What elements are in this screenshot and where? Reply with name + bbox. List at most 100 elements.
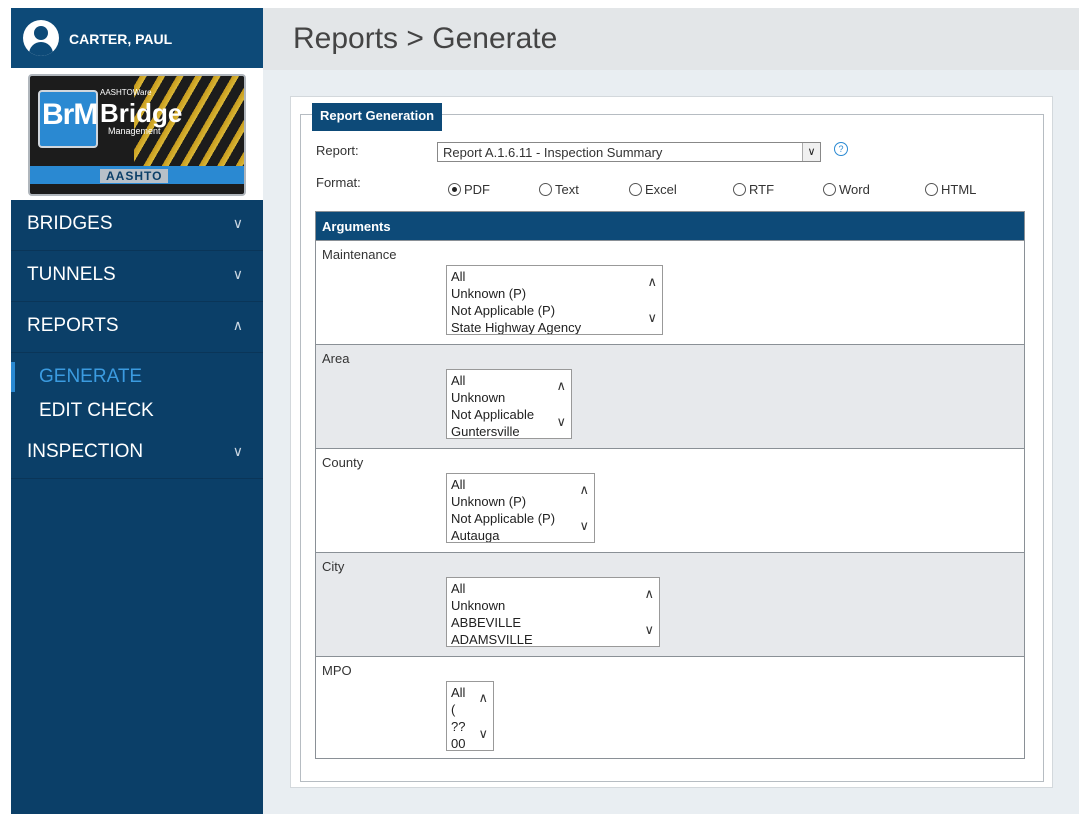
nav-bridges-label: BRIDGES — [27, 213, 113, 234]
maintenance-listbox[interactable]: All Unknown (P) Not Applicable (P) State… — [446, 265, 663, 335]
format-radio-html[interactable]: HTML — [925, 182, 976, 197]
report-select[interactable]: Report A.1.6.11 - Inspection Summary ∨ — [437, 142, 821, 162]
sidebar: CARTER, PAUL BrM AASHTOWare Bridge Manag… — [11, 8, 263, 814]
arguments-title: Arguments — [322, 219, 391, 234]
radio-icon[interactable] — [629, 183, 642, 196]
chevron-down-icon[interactable]: ∨ — [478, 726, 488, 742]
chevron-up-icon[interactable]: ∧ — [579, 482, 589, 498]
list-option[interactable]: Unknown — [451, 597, 533, 614]
brm-logo: BrM AASHTOWare Bridge Management AASHTO — [28, 74, 246, 196]
argument-row-county: County All Unknown (P) Not Applicable (P… — [316, 448, 1024, 552]
format-word-label: Word — [839, 182, 870, 197]
nav-tunnels-label: TUNNELS — [27, 264, 116, 285]
chevron-up-icon[interactable]: ∧ — [556, 378, 566, 394]
list-option[interactable]: Unknown (P) — [451, 285, 581, 302]
logo-brand-small: AASHTOWare — [100, 88, 152, 97]
arguments-table: Arguments Maintenance All Unknown (P) No… — [315, 211, 1025, 759]
list-option[interactable]: Unknown (P) — [451, 493, 555, 510]
nav-tunnels[interactable]: TUNNELS ∨ — [11, 251, 263, 302]
list-option[interactable]: Guntersville — [451, 423, 534, 438]
chevron-down-icon[interactable]: ∨ — [556, 414, 566, 430]
format-radio-text[interactable]: Text — [539, 182, 579, 197]
listbox-scrollbar[interactable]: ∧ ∨ — [640, 266, 662, 334]
nav-sub-edit-check[interactable]: EDIT CHECK — [11, 394, 263, 428]
format-excel-label: Excel — [645, 182, 677, 197]
radio-icon[interactable] — [925, 183, 938, 196]
argument-row-maintenance: Maintenance All Unknown (P) Not Applicab… — [316, 240, 1024, 344]
chevron-down-icon[interactable]: ∨ — [644, 622, 654, 638]
chevron-up-icon[interactable]: ∧ — [647, 274, 657, 290]
listbox-scrollbar[interactable]: ∧ ∨ — [572, 474, 594, 542]
format-label: Format: — [316, 175, 361, 190]
list-option[interactable]: ( — [451, 701, 465, 718]
chevron-up-icon[interactable]: ∧ — [644, 586, 654, 602]
nav-sub-edit-check-label: EDIT CHECK — [39, 400, 154, 421]
logo-area: BrM AASHTOWare Bridge Management AASHTO — [11, 68, 263, 200]
argument-row-city: City All Unknown ABBEVILLE ADAMSVILLE ∧ … — [316, 552, 1024, 656]
user-avatar-icon[interactable] — [23, 20, 59, 56]
list-option[interactable]: All — [451, 372, 534, 389]
mpo-listbox[interactable]: All ( ?? 00 ∧ ∨ — [446, 681, 494, 751]
user-name[interactable]: CARTER, PAUL — [69, 31, 172, 47]
report-generation-legend: Report Generation — [312, 103, 443, 131]
report-select-value: Report A.1.6.11 - Inspection Summary — [443, 145, 663, 160]
list-option[interactable]: All — [451, 684, 465, 701]
listbox-scrollbar[interactable]: ∧ ∨ — [471, 682, 493, 750]
list-option[interactable]: All — [451, 268, 581, 285]
listbox-scrollbar[interactable]: ∧ ∨ — [637, 578, 659, 646]
format-radio-rtf[interactable]: RTF — [733, 182, 774, 197]
list-option[interactable]: ABBEVILLE — [451, 614, 533, 631]
county-listbox[interactable]: All Unknown (P) Not Applicable (P) Autau… — [446, 473, 595, 543]
radio-icon[interactable] — [539, 183, 552, 196]
list-option[interactable]: 00 — [451, 735, 465, 750]
help-icon[interactable]: ? — [834, 142, 848, 156]
chevron-up-icon: ∧ — [232, 317, 243, 333]
argument-label: Maintenance — [322, 247, 397, 262]
nav-inspection[interactable]: INSPECTION ∨ — [11, 428, 263, 479]
arguments-header: Arguments — [316, 212, 1024, 240]
list-option[interactable]: Unknown — [451, 389, 534, 406]
list-option[interactable]: ADAMSVILLE — [451, 631, 533, 646]
radio-icon[interactable] — [733, 183, 746, 196]
format-pdf-label: PDF — [464, 182, 490, 197]
radio-selected-icon[interactable] — [448, 183, 461, 196]
user-bar[interactable]: CARTER, PAUL — [11, 8, 263, 68]
format-radio-pdf[interactable]: PDF — [448, 182, 490, 197]
format-rtf-label: RTF — [749, 182, 775, 197]
nav-sub-generate[interactable]: GENERATE — [11, 360, 263, 394]
chevron-down-icon: ∨ — [232, 443, 243, 459]
chevron-up-icon[interactable]: ∧ — [478, 690, 488, 706]
argument-label: Area — [322, 351, 350, 366]
argument-label: MPO — [322, 663, 352, 678]
page-title: Reports > Generate — [293, 22, 558, 55]
nav-inspection-label: INSPECTION — [27, 441, 144, 462]
area-listbox[interactable]: All Unknown Not Applicable Guntersville … — [446, 369, 572, 439]
listbox-scrollbar[interactable]: ∧ ∨ — [549, 370, 571, 438]
logo-sub: Management — [108, 126, 161, 136]
nav-reports-label: REPORTS — [27, 315, 119, 336]
list-option[interactable]: All — [451, 476, 555, 493]
chevron-down-icon[interactable]: ∨ — [579, 518, 589, 534]
format-radio-word[interactable]: Word — [823, 182, 870, 197]
list-option[interactable]: State Highway Agency — [451, 319, 581, 334]
nav-bridges[interactable]: BRIDGES ∨ — [11, 200, 263, 251]
chevron-down-icon: ∨ — [232, 266, 243, 282]
list-option[interactable]: All — [451, 580, 533, 597]
argument-row-area: Area All Unknown Not Applicable Guntersv… — [316, 344, 1024, 448]
city-listbox[interactable]: All Unknown ABBEVILLE ADAMSVILLE ∧ ∨ — [446, 577, 660, 647]
nav-reports[interactable]: REPORTS ∧ — [11, 302, 263, 353]
list-option[interactable]: Not Applicable — [451, 406, 534, 423]
list-option[interactable]: Not Applicable (P) — [451, 302, 581, 319]
format-html-label: HTML — [941, 182, 977, 197]
chevron-down-icon[interactable]: ∨ — [647, 310, 657, 326]
list-option[interactable]: Autauga — [451, 527, 555, 542]
report-label: Report: — [316, 143, 359, 158]
argument-row-mpo: MPO All ( ?? 00 ∧ ∨ — [316, 656, 1024, 758]
list-option[interactable]: Not Applicable (P) — [451, 510, 555, 527]
chevron-down-icon[interactable]: ∨ — [802, 143, 820, 161]
format-radio-excel[interactable]: Excel — [629, 182, 677, 197]
logo-brand: Bridge — [100, 98, 183, 128]
logo-badge: BrM — [42, 98, 98, 131]
radio-icon[interactable] — [823, 183, 836, 196]
list-option[interactable]: ?? — [451, 718, 465, 735]
